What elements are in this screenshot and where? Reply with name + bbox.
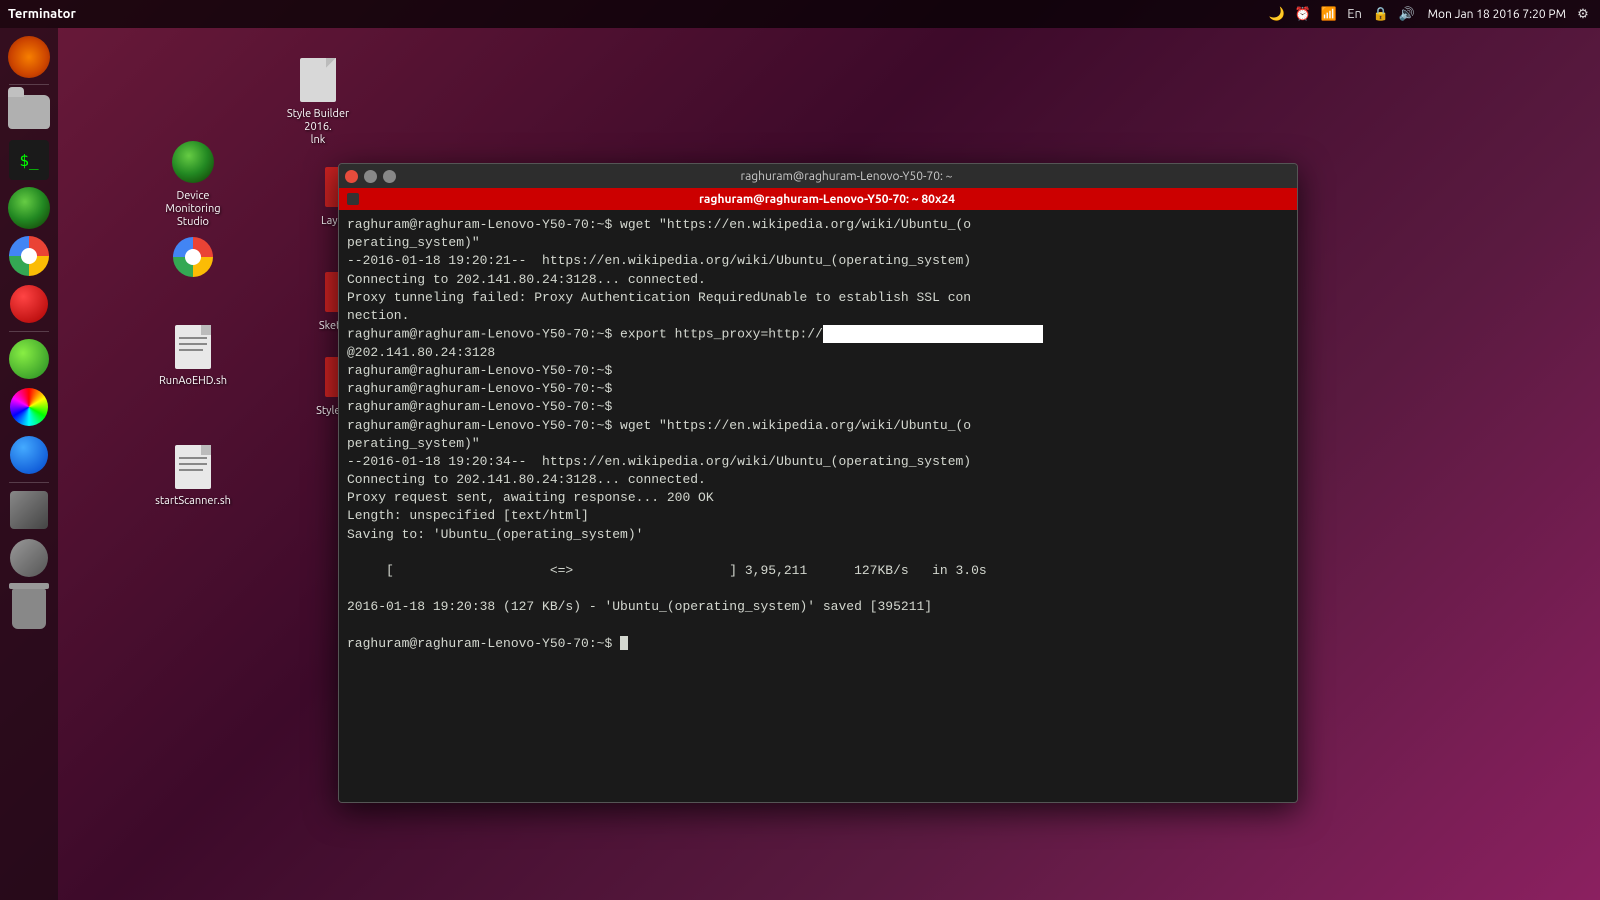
terminal-titlebar-title: raghuram@raghuram-Lenovo-Y50-70: ~ xyxy=(402,170,1291,183)
terminal-min-btn[interactable] xyxy=(364,170,377,183)
dock-item-red-app[interactable] xyxy=(6,281,52,327)
dock: $_ xyxy=(0,28,58,900)
terminal-menubar: raghuram@raghuram-Lenovo-Y50-70: ~ 80x24 xyxy=(339,188,1297,210)
keyboard-layout: En xyxy=(1346,5,1364,23)
taskbar-right: 🌙 ⏰ 📶 En 🔒 🔊 Mon Jan 18 2016 7:20 PM ⚙ xyxy=(1268,5,1592,23)
terminal-titlebar: raghuram@raghuram-Lenovo-Y50-70: ~ xyxy=(339,164,1297,188)
redacted-proxy xyxy=(823,325,1043,343)
desktop-icon-dms[interactable]: Device MonitoringStudio xyxy=(153,138,233,230)
dock-separator xyxy=(9,84,49,85)
terminal-line-13: perating_system)" xyxy=(347,435,1289,453)
style-builder-label: Style Builder 2016.lnk xyxy=(278,108,358,148)
terminal-close-btn[interactable] xyxy=(345,170,358,183)
terminal-line-23 xyxy=(347,617,1289,635)
desktop-icon-chrome[interactable] xyxy=(153,233,233,285)
terminal-menubar-title: raghuram@raghuram-Lenovo-Y50-70: ~ 80x24 xyxy=(365,193,1289,206)
terminal-line-9: raghuram@raghuram-Lenovo-Y50-70:~$ xyxy=(347,362,1289,380)
terminal-menu-icon xyxy=(347,193,359,205)
dock-item-disk2[interactable] xyxy=(6,535,52,581)
terminal-line-6: nection. xyxy=(347,307,1289,325)
dock-item-trash[interactable] xyxy=(6,583,52,629)
terminal-line-17: Length: unspecified [text/html] xyxy=(347,507,1289,525)
desktop-icon-start-scanner[interactable]: startScanner.sh xyxy=(153,443,233,508)
terminal-line-2: perating_system)" xyxy=(347,234,1289,252)
dock-item-colorful[interactable] xyxy=(6,384,52,430)
terminal-cursor xyxy=(620,636,628,650)
terminal-line-3: --2016-01-18 19:20:21-- https://en.wikip… xyxy=(347,252,1289,270)
terminal-line-4: Connecting to 202.141.80.24:3128... conn… xyxy=(347,271,1289,289)
terminal-line-21 xyxy=(347,580,1289,598)
terminal-line-8: @202.141.80.24:3128 xyxy=(347,344,1289,362)
desktop: Style Builder 2016.lnk Device Monitoring… xyxy=(58,28,1600,900)
terminal-window: raghuram@raghuram-Lenovo-Y50-70: ~ raghu… xyxy=(338,163,1298,803)
taskbar-top: Terminator 🌙 ⏰ 📶 En 🔒 🔊 Mon Jan 18 2016 … xyxy=(0,0,1600,28)
terminal-line-5: Proxy tunneling failed: Proxy Authentica… xyxy=(347,289,1289,307)
dock-item-blue[interactable] xyxy=(6,432,52,478)
dock-item-dms[interactable] xyxy=(6,185,52,231)
runao-label: RunAoEHD.sh xyxy=(159,375,227,388)
terminal-line-7: raghuram@raghuram-Lenovo-Y50-70:~$ expor… xyxy=(347,325,1289,344)
desktop-icon-style-builder[interactable]: Style Builder 2016.lnk xyxy=(278,56,358,148)
volume-icon: 🔊 xyxy=(1398,5,1416,23)
dock-separator-3 xyxy=(9,482,49,483)
terminal-line-11: raghuram@raghuram-Lenovo-Y50-70:~$ xyxy=(347,398,1289,416)
terminal-line-24: raghuram@raghuram-Lenovo-Y50-70:~$ xyxy=(347,635,1289,653)
datetime: Mon Jan 18 2016 7:20 PM xyxy=(1428,8,1566,21)
terminal-line-1: raghuram@raghuram-Lenovo-Y50-70:~$ wget … xyxy=(347,216,1289,234)
terminal-line-19 xyxy=(347,544,1289,562)
dms-label: Device MonitoringStudio xyxy=(153,190,233,230)
dock-item-disk1[interactable] xyxy=(6,487,52,533)
terminal-line-14: --2016-01-18 19:20:34-- https://en.wikip… xyxy=(347,453,1289,471)
terminal-line-18: Saving to: 'Ubuntu_(operating_system)' xyxy=(347,526,1289,544)
power-icon: 🌙 xyxy=(1268,5,1286,23)
terminal-max-btn[interactable] xyxy=(383,170,396,183)
dock-item-files[interactable] xyxy=(6,89,52,135)
dock-item-chrome[interactable] xyxy=(6,233,52,279)
start-scanner-icon xyxy=(169,443,217,491)
wifi-icon: 📶 xyxy=(1320,5,1338,23)
terminal-line-22: 2016-01-18 19:20:38 (127 KB/s) - 'Ubuntu… xyxy=(347,598,1289,616)
dock-item-terminal[interactable]: $_ xyxy=(6,137,52,183)
terminal-line-12: raghuram@raghuram-Lenovo-Y50-70:~$ wget … xyxy=(347,417,1289,435)
clock-icon: ⏰ xyxy=(1294,5,1312,23)
network-icon: 🔒 xyxy=(1372,5,1390,23)
dms-icon xyxy=(169,138,217,186)
dock-item-ubuntu[interactable] xyxy=(6,34,52,80)
terminal-line-20: [ <=> ] 3,95,211 127KB/s in 3.0s xyxy=(347,562,1289,580)
terminal-body[interactable]: raghuram@raghuram-Lenovo-Y50-70:~$ wget … xyxy=(339,210,1297,802)
runao-icon xyxy=(169,323,217,371)
start-scanner-label: startScanner.sh xyxy=(155,495,231,508)
terminal-line-10: raghuram@raghuram-Lenovo-Y50-70:~$ xyxy=(347,380,1289,398)
dock-item-sketchup[interactable] xyxy=(6,336,52,382)
dock-separator-2 xyxy=(9,331,49,332)
taskbar-title: Terminator xyxy=(8,7,76,21)
style-builder-icon xyxy=(294,56,342,104)
chrome-icon xyxy=(169,233,217,281)
terminal-line-15: Connecting to 202.141.80.24:3128... conn… xyxy=(347,471,1289,489)
terminal-line-16: Proxy request sent, awaiting response...… xyxy=(347,489,1289,507)
settings-icon[interactable]: ⚙ xyxy=(1574,5,1592,23)
desktop-icon-runao[interactable]: RunAoEHD.sh xyxy=(153,323,233,388)
